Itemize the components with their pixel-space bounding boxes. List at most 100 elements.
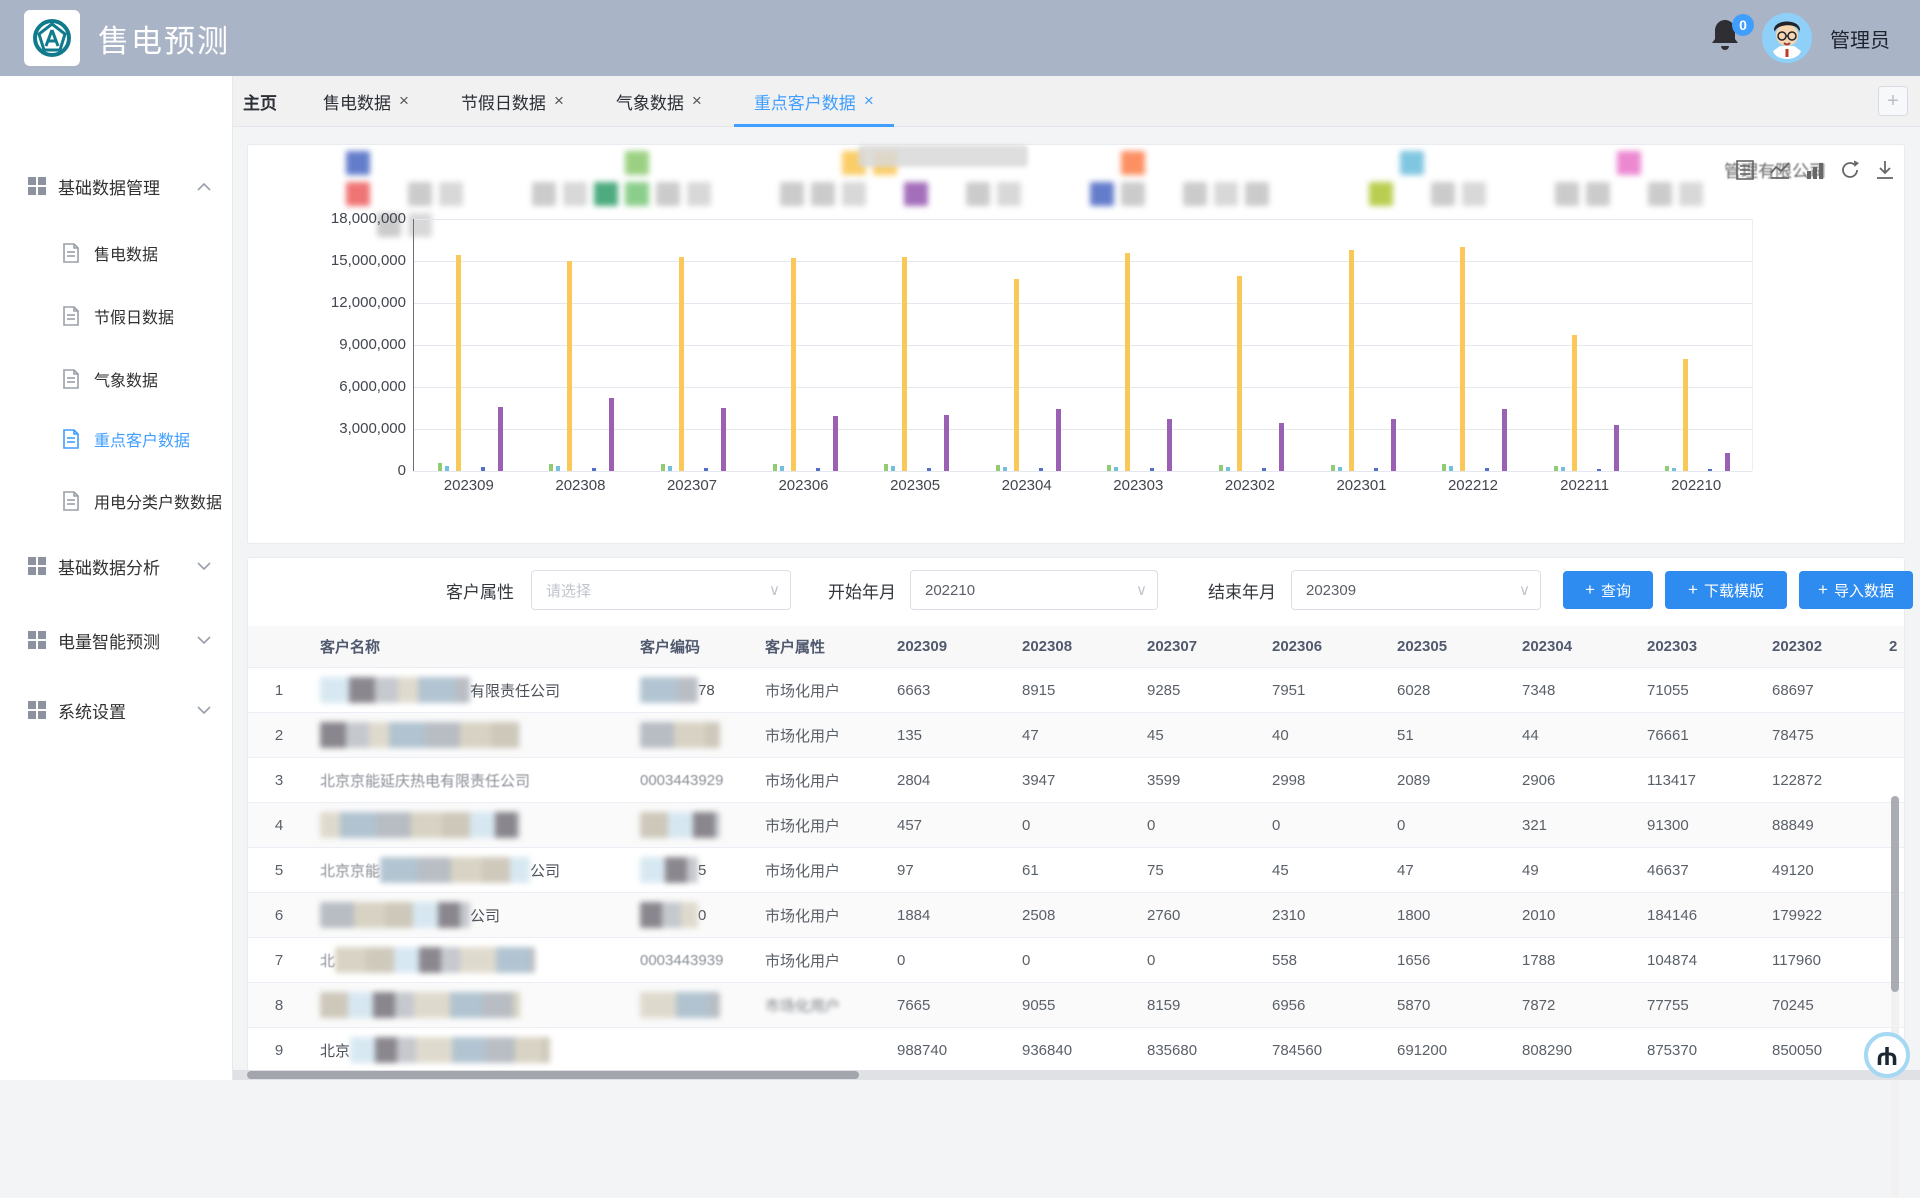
- sidebar-item-1[interactable]: 售电数据: [0, 233, 233, 273]
- table-row[interactable]: 3北京京能延庆热电有限责任公司0003443929市场化用户2804394735…: [248, 758, 1904, 803]
- bar-202301[interactable]: [1374, 468, 1378, 471]
- column-header[interactable]: 202307: [1137, 626, 1262, 667]
- bar-202308[interactable]: [609, 398, 614, 471]
- bar-202211[interactable]: [1597, 469, 1601, 472]
- bar-202212[interactable]: [1485, 468, 1489, 471]
- close-icon[interactable]: ×: [399, 91, 409, 111]
- restore-refresh-icon[interactable]: [1839, 159, 1861, 181]
- bar-202304[interactable]: [1056, 409, 1061, 471]
- bar-202303[interactable]: [1107, 465, 1111, 471]
- bar-202304[interactable]: [996, 465, 1000, 471]
- horizontal-scrollbar[interactable]: [233, 1070, 1920, 1080]
- tab-1[interactable]: 售电数据×: [297, 76, 435, 126]
- table-row[interactable]: 4市场化用户45700003219130088849: [248, 803, 1904, 848]
- column-header[interactable]: 202304: [1512, 626, 1637, 667]
- bar-202212[interactable]: [1502, 409, 1507, 471]
- bar-202305[interactable]: [927, 468, 931, 471]
- close-icon[interactable]: ×: [554, 91, 564, 111]
- bar-202212[interactable]: [1442, 464, 1446, 471]
- column-header[interactable]: [248, 626, 310, 667]
- bar-202307[interactable]: [721, 408, 726, 471]
- column-header[interactable]: 客户名称: [310, 626, 630, 667]
- user-name[interactable]: 管理员: [1830, 24, 1890, 53]
- data-view-icon[interactable]: [1734, 159, 1756, 181]
- bar-202301[interactable]: [1338, 467, 1342, 471]
- bar-202307[interactable]: [661, 464, 665, 471]
- table-row[interactable]: 1有限责任公司78市场化用户66638915928579516028734871…: [248, 668, 1904, 713]
- sidebar-group-8[interactable]: 系统设置: [0, 688, 233, 732]
- sidebar-group-0[interactable]: 基础数据管理: [0, 164, 233, 208]
- bar-202308[interactable]: [592, 468, 596, 471]
- tab-2[interactable]: 节假日数据×: [435, 76, 590, 126]
- bar-202301[interactable]: [1349, 250, 1354, 471]
- table-row[interactable]: 2市场化用户13547454051447666178475: [248, 713, 1904, 758]
- column-header[interactable]: 202302: [1762, 626, 1887, 667]
- bar-202306[interactable]: [780, 466, 784, 471]
- start-month-select[interactable]: 202210 ∨: [910, 570, 1158, 610]
- bar-202210[interactable]: [1708, 469, 1712, 471]
- table-vertical-scrollbar[interactable]: [1891, 796, 1899, 1198]
- bar-202211[interactable]: [1561, 467, 1565, 471]
- accessibility-widget[interactable]: Ψ: [1864, 1032, 1910, 1078]
- column-header[interactable]: 客户编码: [630, 626, 755, 667]
- bar-202302[interactable]: [1237, 276, 1242, 471]
- bar-202305[interactable]: [944, 415, 949, 471]
- query-button[interactable]: +查询: [1563, 571, 1653, 609]
- close-icon[interactable]: ×: [864, 91, 874, 111]
- end-month-select[interactable]: 202309 ∨: [1291, 570, 1541, 610]
- close-icon[interactable]: ×: [692, 91, 702, 111]
- bar-202306[interactable]: [791, 258, 796, 471]
- bar-202305[interactable]: [884, 464, 888, 471]
- bar-202302[interactable]: [1219, 465, 1223, 471]
- column-header[interactable]: 202308: [1012, 626, 1137, 667]
- line-chart-toggle-icon[interactable]: [1769, 159, 1791, 181]
- table-row[interactable]: 7北0003443939市场化用户00055816561788104874117…: [248, 938, 1904, 983]
- bar-202305[interactable]: [891, 466, 895, 471]
- notification-bell[interactable]: 0: [1710, 18, 1744, 58]
- bar-202305[interactable]: [902, 257, 907, 471]
- sidebar-item-5[interactable]: 用电分类户数数据: [0, 481, 233, 521]
- bar-202306[interactable]: [816, 468, 820, 471]
- bar-202308[interactable]: [549, 464, 553, 471]
- save-image-download-icon[interactable]: [1874, 159, 1896, 181]
- tab-4[interactable]: 重点客户数据×: [728, 76, 900, 126]
- import-data-button[interactable]: +导入数据: [1799, 571, 1913, 609]
- bar-202211[interactable]: [1572, 335, 1577, 471]
- avatar[interactable]: [1762, 13, 1812, 63]
- sidebar-group-7[interactable]: 电量智能预测: [0, 618, 233, 662]
- bar-202308[interactable]: [567, 261, 572, 471]
- bar-202309[interactable]: [456, 255, 461, 471]
- bar-202211[interactable]: [1614, 425, 1619, 471]
- bar-202302[interactable]: [1226, 467, 1230, 471]
- attr-filter-select[interactable]: 请选择 ∨: [531, 570, 791, 610]
- chart-legend-row-2[interactable]: [346, 182, 1703, 206]
- bar-202306[interactable]: [773, 464, 777, 471]
- table-row[interactable]: 9北京9887409368408356807845606912008082908…: [248, 1028, 1904, 1073]
- bar-202210[interactable]: [1725, 453, 1730, 471]
- bar-202210[interactable]: [1672, 468, 1676, 471]
- sidebar-item-4[interactable]: 重点客户数据: [0, 419, 233, 459]
- sidebar-group-6[interactable]: 基础数据分析: [0, 544, 233, 588]
- column-header[interactable]: 客户属性: [755, 626, 887, 667]
- sidebar-item-2[interactable]: 节假日数据: [0, 296, 233, 336]
- bar-202306[interactable]: [833, 416, 838, 471]
- bar-202309[interactable]: [481, 467, 485, 471]
- bar-202210[interactable]: [1683, 359, 1688, 471]
- sidebar-item-3[interactable]: 气象数据: [0, 359, 233, 399]
- bar-202212[interactable]: [1449, 466, 1453, 471]
- column-header[interactable]: 202306: [1262, 626, 1387, 667]
- bar-202303[interactable]: [1114, 467, 1118, 471]
- table-row[interactable]: 6公司0市场化用户1884250827602310180020101841461…: [248, 893, 1904, 938]
- tab-0[interactable]: 主页: [233, 76, 297, 126]
- chart-legend-row-3[interactable]: [346, 213, 1703, 237]
- bar-202211[interactable]: [1554, 466, 1558, 471]
- column-header[interactable]: 202303: [1637, 626, 1762, 667]
- bar-202303[interactable]: [1125, 253, 1130, 471]
- bar-202304[interactable]: [1014, 279, 1019, 471]
- bar-202309[interactable]: [498, 407, 503, 471]
- bar-202301[interactable]: [1331, 465, 1335, 471]
- table-row[interactable]: 5北京京能公司5市场化用户9761754547494663749120: [248, 848, 1904, 893]
- download-template-button[interactable]: +下载模版: [1665, 571, 1787, 609]
- table-row[interactable]: 8市场化用户7665905581596956587078727775570245: [248, 983, 1904, 1028]
- tab-more-button[interactable]: +: [1878, 86, 1908, 116]
